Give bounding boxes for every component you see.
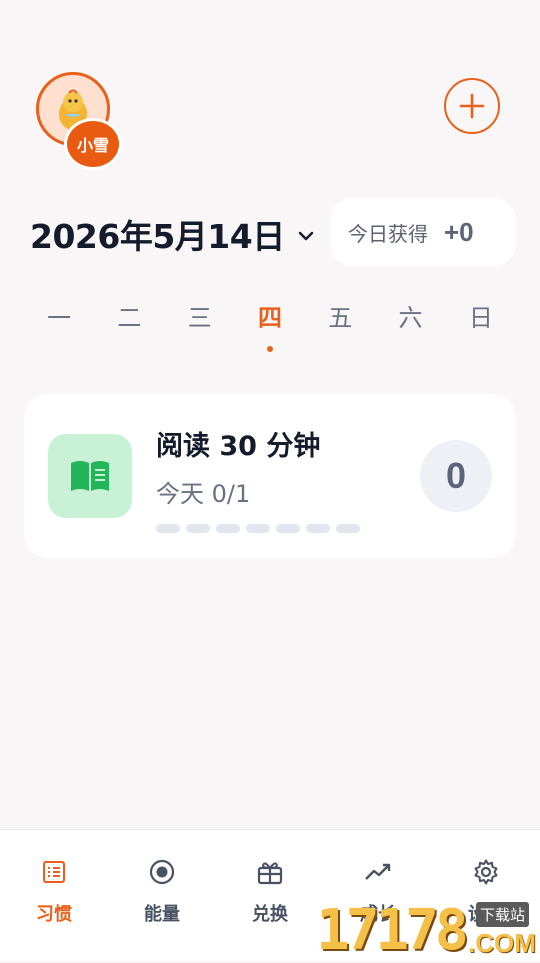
book-icon <box>71 461 109 491</box>
habit-streak-bar <box>156 524 366 533</box>
plus-icon <box>459 93 485 119</box>
user-name-badge: 小雪 <box>64 118 122 170</box>
earned-today-card: 今日获得 +0 <box>330 198 516 266</box>
streak-segment <box>216 524 240 533</box>
bottom-tab-bar: 习惯 能量 兑换 成长 设置 <box>0 829 540 961</box>
weekday-label: 日 <box>468 304 493 332</box>
tab-growth[interactable]: 成长 <box>324 830 432 961</box>
earned-value: +0 <box>444 216 474 247</box>
tab-label: 设置 <box>468 904 504 925</box>
list-icon <box>43 861 65 883</box>
habit-check-button[interactable]: 0 <box>420 440 492 512</box>
weekday-label: 五 <box>328 304 353 332</box>
date-selector[interactable]: 2026年5月14日 <box>30 210 315 258</box>
weekday-sat[interactable]: 六 <box>375 300 445 340</box>
streak-segment <box>276 524 300 533</box>
streak-segment <box>156 524 180 533</box>
weekday-mon[interactable]: 一 <box>24 300 94 340</box>
tab-energy[interactable]: 能量 <box>108 830 216 961</box>
habit-icon-box <box>48 434 132 518</box>
profile-avatar[interactable]: 小雪 <box>36 72 122 170</box>
tab-redeem[interactable]: 兑换 <box>216 830 324 961</box>
tab-label: 能量 <box>144 904 180 925</box>
weekday-label: 一 <box>47 304 72 332</box>
weekday-label: 六 <box>398 304 423 332</box>
tab-habits[interactable]: 习惯 <box>0 830 108 961</box>
tab-label: 兑换 <box>252 904 288 925</box>
current-date: 2026年5月14日 <box>30 217 285 256</box>
tab-label: 习惯 <box>36 904 72 925</box>
trend-icon <box>365 863 391 880</box>
streak-segment <box>306 524 330 533</box>
tab-label: 成长 <box>360 904 396 925</box>
weekday-label: 三 <box>187 304 212 332</box>
selected-day-dot <box>266 346 273 352</box>
habit-progress: 今天 0/1 <box>156 480 251 508</box>
streak-segment <box>336 524 360 533</box>
habit-title: 阅读 30 分钟 <box>156 431 321 462</box>
week-strip: 一 二 三 四 五 六 日 <box>24 300 516 352</box>
weekday-wed[interactable]: 三 <box>165 300 235 340</box>
weekday-fri[interactable]: 五 <box>305 300 375 340</box>
streak-segment <box>246 524 270 533</box>
weekday-label: 二 <box>117 304 142 332</box>
weekday-sun[interactable]: 日 <box>446 300 516 340</box>
weekday-label: 四 <box>257 304 282 332</box>
add-habit-button[interactable] <box>444 78 500 134</box>
habit-card[interactable]: 阅读 30 分钟 今天 0/1 0 <box>24 394 516 558</box>
earned-label: 今日获得 <box>348 221 428 246</box>
weekday-thu[interactable]: 四 <box>235 300 305 352</box>
gift-icon <box>257 862 283 885</box>
tab-settings[interactable]: 设置 <box>432 830 540 961</box>
gear-icon <box>474 859 498 885</box>
weekday-tue[interactable]: 二 <box>94 300 164 340</box>
chevron-down-icon <box>298 231 313 241</box>
target-icon <box>149 859 175 885</box>
streak-segment <box>186 524 210 533</box>
